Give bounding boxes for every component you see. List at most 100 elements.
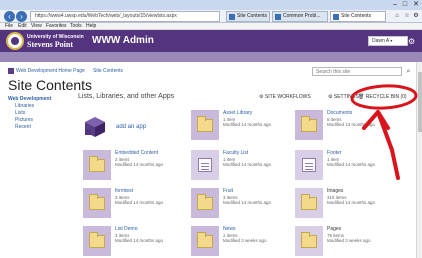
settings-link[interactable]: ⚙ SETTINGS xyxy=(328,94,359,100)
search-input[interactable] xyxy=(312,67,402,76)
tile-name[interactable]: Embedded Content xyxy=(115,150,158,156)
user-menu[interactable]: Dawn A ▾ xyxy=(368,36,408,46)
menu-favorites[interactable]: Favorites xyxy=(46,23,67,30)
menu-view[interactable]: View xyxy=(31,23,42,30)
app-tile-pages[interactable]: Pages 75 items Modified 3 weeks ago xyxy=(295,226,415,258)
tile-name[interactable]: List Demo xyxy=(115,226,138,232)
site-title[interactable]: WWW Admin xyxy=(92,35,154,46)
tile-name[interactable]: Fruit xyxy=(223,188,233,194)
list-thumbnail xyxy=(191,150,219,180)
app-tile-list-demo[interactable]: List Demo 3 items Modified 14 months ago xyxy=(83,226,203,258)
folder-icon xyxy=(89,194,105,210)
menu-tools[interactable]: Tools xyxy=(70,23,82,30)
university-name-line2: Stevens Point xyxy=(27,40,73,49)
tile-name[interactable]: Pages xyxy=(327,226,341,232)
folder-icon xyxy=(197,116,213,132)
add-app-link[interactable]: add an app xyxy=(116,124,146,130)
leftnav-item-recent[interactable]: Recent xyxy=(15,124,31,130)
scrollbar-thumb[interactable] xyxy=(418,72,422,132)
add-app-icon[interactable] xyxy=(83,115,107,139)
page-scrollbar[interactable] xyxy=(416,62,422,258)
app-tile-asset-library[interactable]: Asset Library 1 item Modified 14 months … xyxy=(191,110,311,146)
address-bar: ‹ › https://www4.uwsp.edu/WebTech/web/_l… xyxy=(0,10,422,23)
app-tile-faculty-list[interactable]: Faculty List 1 item Modified 14 months a… xyxy=(191,150,311,186)
app-tile-fruit[interactable]: Fruit 3 items Modified 14 months ago xyxy=(191,188,311,224)
list-thumbnail xyxy=(83,150,111,180)
folder-icon xyxy=(197,194,213,210)
site-header: University of Wisconsin Stevens Point WW… xyxy=(0,30,422,52)
tile-modified: Modified 14 months ago xyxy=(115,200,164,205)
maximize-icon[interactable]: □ xyxy=(400,0,410,9)
library-thumbnail xyxy=(191,110,219,140)
university-seal-logo[interactable] xyxy=(6,32,24,50)
leftnav-item-pictures[interactable]: Pictures xyxy=(15,117,33,123)
header-band xyxy=(0,52,422,62)
menu-file[interactable]: File xyxy=(5,23,13,30)
library-thumbnail xyxy=(295,110,323,140)
app-tile-formtest[interactable]: formtest 3 items Modified 14 months ago xyxy=(83,188,203,224)
app-tile-documents[interactable]: Documents 5 items Modified 13 months ago xyxy=(295,110,415,146)
leftnav-web-development[interactable]: Web Development xyxy=(8,96,51,102)
settings-gear-icon[interactable]: ⚙ xyxy=(408,38,416,46)
tile-name[interactable]: News xyxy=(223,226,236,232)
tile-modified: Modified 14 months ago xyxy=(223,162,272,167)
tile-modified: Modified 14 months ago xyxy=(115,162,164,167)
back-icon[interactable]: ‹ xyxy=(4,11,15,22)
list-thumbnail xyxy=(83,188,111,218)
folder-icon xyxy=(301,116,317,132)
browser-tab-3[interactable]: Site Contents xyxy=(330,11,386,22)
recycle-bin-link[interactable]: 🗑 RECYCLE BIN (0) xyxy=(358,94,407,100)
breadcrumb-home-link[interactable]: Web Development Home Page xyxy=(16,68,85,74)
tile-modified: Modified 14 months ago xyxy=(223,122,272,127)
close-window-icon[interactable]: ✕ xyxy=(411,0,421,9)
folder-icon xyxy=(89,232,105,248)
folder-icon xyxy=(301,194,317,210)
minimize-icon[interactable]: – xyxy=(390,0,400,9)
app-tile-footer[interactable]: Footer 1 item Modified 14 months ago xyxy=(295,150,415,186)
url-input[interactable]: https://www4.uwsp.edu/WebTech/web/_layou… xyxy=(30,11,220,22)
breadcrumb-current-link[interactable]: Site Contents xyxy=(93,68,123,74)
browser-tab-2[interactable]: Common Probl... xyxy=(272,11,328,22)
recycle-bin-icon: 🗑 xyxy=(358,94,366,100)
tile-name[interactable]: Asset Library xyxy=(223,110,252,116)
app-tile-images[interactable]: Images 315 items Modified 14 months ago xyxy=(295,188,415,224)
tile-name[interactable]: Footer xyxy=(327,150,341,156)
tile-name[interactable]: Faculty List xyxy=(223,150,248,156)
tile-modified: Modified 14 months ago xyxy=(327,200,376,205)
library-thumbnail xyxy=(295,226,323,256)
site-workflows-link[interactable]: ⚙ SITE WORKFLOWS xyxy=(259,94,311,100)
menu-help[interactable]: Help xyxy=(86,23,96,30)
list-thumbnail xyxy=(191,188,219,218)
home-icon[interactable]: ⌂ xyxy=(392,12,402,21)
folder-icon xyxy=(197,232,213,248)
browser-titlebar: – □ ✕ xyxy=(0,0,422,10)
folder-icon xyxy=(89,156,105,172)
list-icon xyxy=(198,158,212,172)
app-tile-news[interactable]: News 2 items Modified 3 weeks ago xyxy=(191,226,311,258)
tile-modified: Modified 13 months ago xyxy=(327,122,376,127)
list-thumbnail xyxy=(83,226,111,256)
tile-name[interactable]: Images xyxy=(327,188,343,194)
library-thumbnail xyxy=(295,188,323,218)
list-thumbnail xyxy=(191,226,219,256)
page-title: Site Contents xyxy=(8,77,93,93)
site-favicon-icon xyxy=(333,14,339,20)
site-favicon-icon xyxy=(275,14,281,20)
browser-tab-1[interactable]: Site Contents xyxy=(226,11,270,22)
list-thumbnail xyxy=(295,150,323,180)
list-icon xyxy=(302,158,316,172)
menu-bar: File Edit View Favorites Tools Help xyxy=(0,23,422,30)
tile-name[interactable]: formtest xyxy=(115,188,133,194)
tile-modified: Modified 3 weeks ago xyxy=(327,238,371,243)
tools-gear-icon[interactable]: ⚙ xyxy=(411,12,421,21)
leftnav-item-libraries[interactable]: Libraries xyxy=(15,103,34,109)
tile-name[interactable]: Documents xyxy=(327,110,352,116)
folder-icon xyxy=(301,232,317,248)
section-heading: Lists, Libraries, and other Apps xyxy=(78,93,175,100)
app-tile-embedded-content[interactable]: Embedded Content 2 items Modified 14 mon… xyxy=(83,150,203,186)
site-favicon-icon xyxy=(229,14,235,20)
menu-edit[interactable]: Edit xyxy=(18,23,27,30)
forward-icon[interactable]: › xyxy=(16,11,27,22)
search-icon[interactable]: ⌕ xyxy=(404,67,413,76)
leftnav-item-lists[interactable]: Lists xyxy=(15,110,25,116)
